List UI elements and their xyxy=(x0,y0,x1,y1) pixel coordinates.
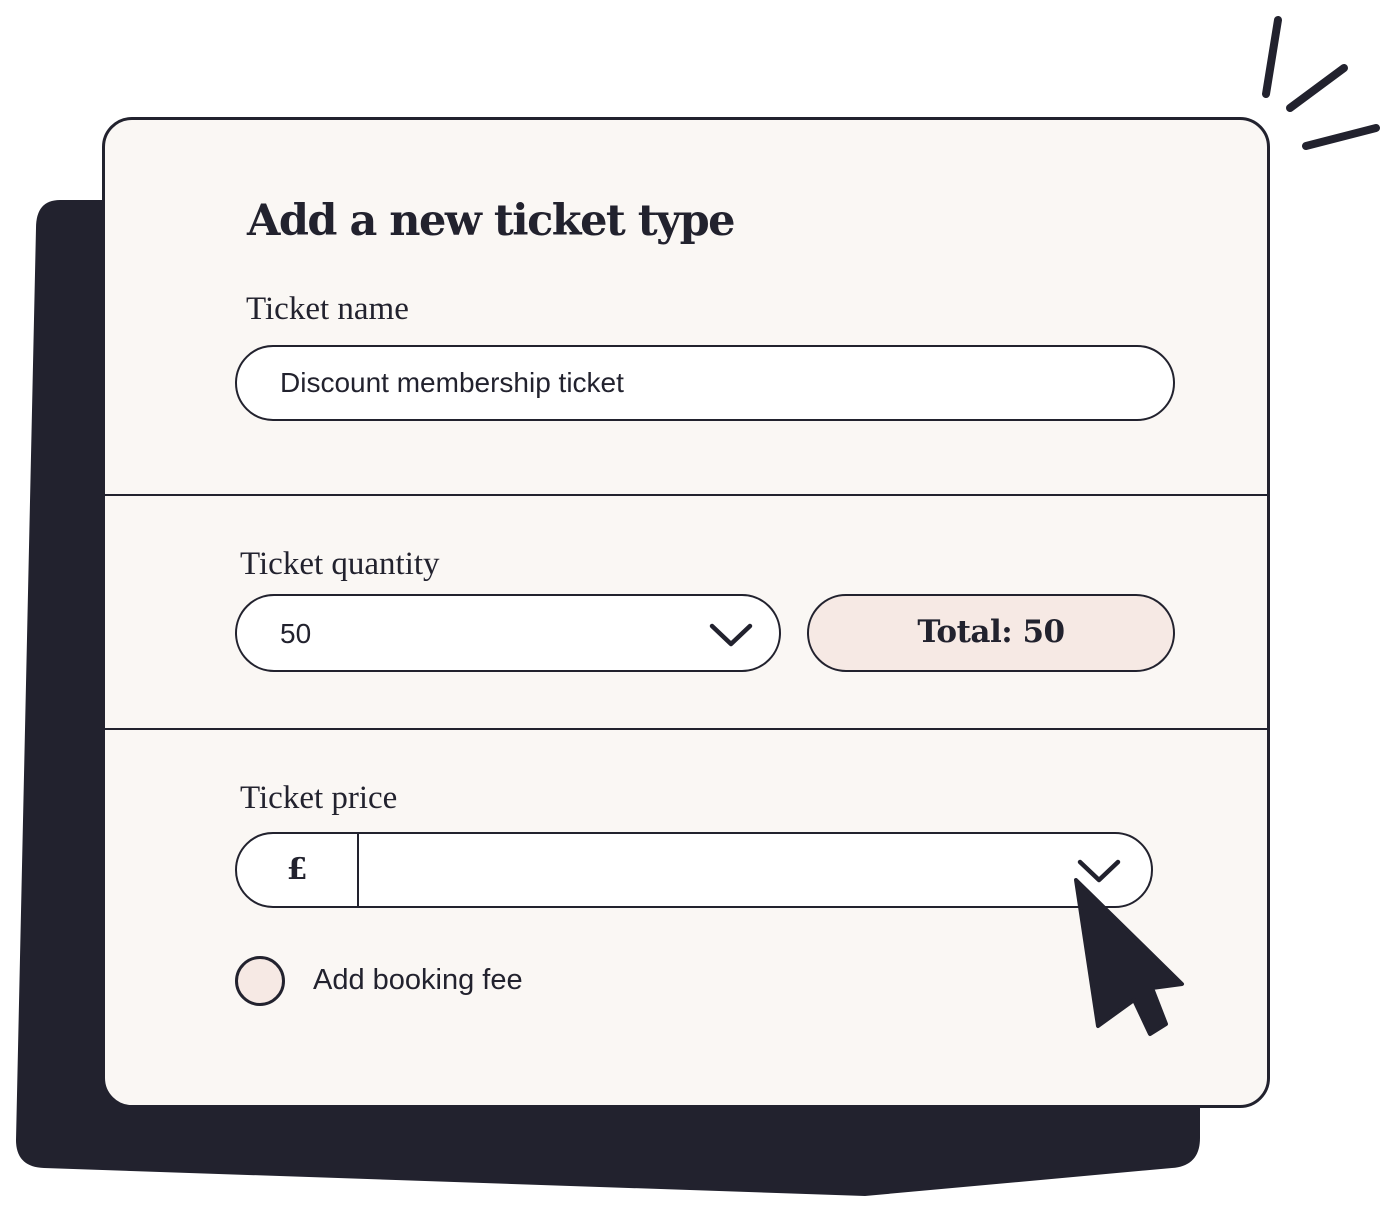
ticket-quantity-label: Ticket quantity xyxy=(240,546,440,582)
ticket-name-label: Ticket name xyxy=(246,291,409,327)
booking-fee-label: Add booking fee xyxy=(313,964,523,996)
ticket-quantity-select[interactable]: 50 xyxy=(235,594,781,672)
ticket-quantity-section: Ticket quantity 50 Total: 50 xyxy=(105,496,1267,729)
ticket-name-input[interactable] xyxy=(235,345,1175,421)
chevron-down-icon xyxy=(709,623,753,647)
ticket-quantity-value: 50 xyxy=(280,618,312,649)
currency-symbol: £ xyxy=(237,834,359,906)
form-title: Add a new ticket type xyxy=(247,196,736,246)
booking-fee-radio[interactable] xyxy=(235,956,285,1006)
ticket-price-select[interactable]: £ xyxy=(235,832,1153,908)
ticket-price-label: Ticket price xyxy=(240,780,398,816)
ticket-name-section: Add a new ticket type Ticket name xyxy=(105,120,1267,495)
ticket-form-illustration: Add a new ticket type Ticket name Ticket… xyxy=(0,0,1400,1232)
spark-lines-icon xyxy=(1262,16,1380,150)
quantity-total-badge: Total: 50 xyxy=(807,594,1175,672)
mouse-pointer-icon xyxy=(1074,878,1184,1036)
